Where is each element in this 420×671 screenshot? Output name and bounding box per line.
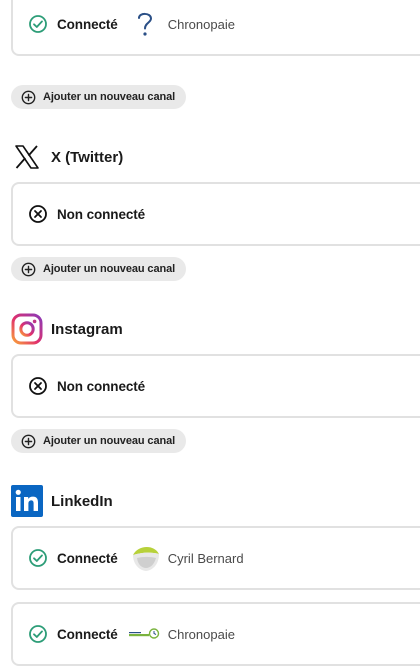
social-channels-panel: Connecté Chronopaie Ajouter un nouveau c… bbox=[0, 0, 420, 671]
section-header-x: X (Twitter) bbox=[11, 140, 123, 174]
plus-circle-icon bbox=[21, 90, 36, 104]
plus-circle-icon bbox=[21, 262, 36, 276]
cyril-bernard-avatar bbox=[128, 541, 162, 575]
check-circle-icon bbox=[29, 625, 47, 643]
account-card-cyril-bernard[interactable]: Connecté Cyril Bernard bbox=[11, 526, 420, 590]
status-label: Connecté bbox=[57, 550, 118, 566]
section-header-instagram: Instagram bbox=[11, 312, 123, 346]
account-name: Chronopaie bbox=[167, 626, 235, 642]
account-name: Cyril Bernard bbox=[167, 550, 244, 566]
status-label: Non connecté bbox=[57, 206, 146, 222]
check-circle-icon bbox=[29, 549, 47, 567]
plus-circle-icon bbox=[21, 434, 36, 448]
add-channel-label: Ajouter un nouveau canal bbox=[43, 263, 176, 275]
chronopaie-logo bbox=[128, 617, 162, 651]
section-header-linkedin: LinkedIn bbox=[11, 484, 113, 518]
x-logo-icon bbox=[11, 141, 43, 173]
add-channel-button[interactable]: Ajouter un nouveau canal bbox=[11, 257, 186, 281]
account-name: Chronopaie bbox=[167, 16, 235, 32]
account-card-chronopaie[interactable]: Connecté Chronopaie bbox=[11, 602, 420, 666]
check-circle-icon bbox=[29, 15, 47, 33]
account-card-x[interactable]: Non connecté bbox=[11, 182, 420, 246]
instagram-logo-icon bbox=[11, 313, 43, 345]
section-title: X (Twitter) bbox=[51, 148, 124, 166]
section-title: Instagram bbox=[51, 320, 123, 338]
status-label: Non connecté bbox=[57, 378, 146, 394]
add-channel-button[interactable]: Ajouter un nouveau canal bbox=[11, 429, 186, 453]
account-card-instagram[interactable]: Non connecté bbox=[11, 354, 420, 418]
status-label: Connecté bbox=[57, 626, 118, 642]
account-card-chronopaie-top[interactable]: Connecté Chronopaie bbox=[11, 0, 420, 56]
x-circle-icon bbox=[29, 205, 47, 223]
section-title: LinkedIn bbox=[51, 492, 113, 510]
x-circle-icon bbox=[29, 377, 47, 395]
add-channel-button[interactable]: Ajouter un nouveau canal bbox=[11, 85, 186, 109]
linkedin-logo-icon bbox=[11, 485, 43, 517]
add-channel-label: Ajouter un nouveau canal bbox=[43, 91, 176, 103]
status-label: Connecté bbox=[57, 16, 118, 32]
question-mark-icon bbox=[128, 7, 162, 41]
add-channel-label: Ajouter un nouveau canal bbox=[43, 435, 176, 447]
